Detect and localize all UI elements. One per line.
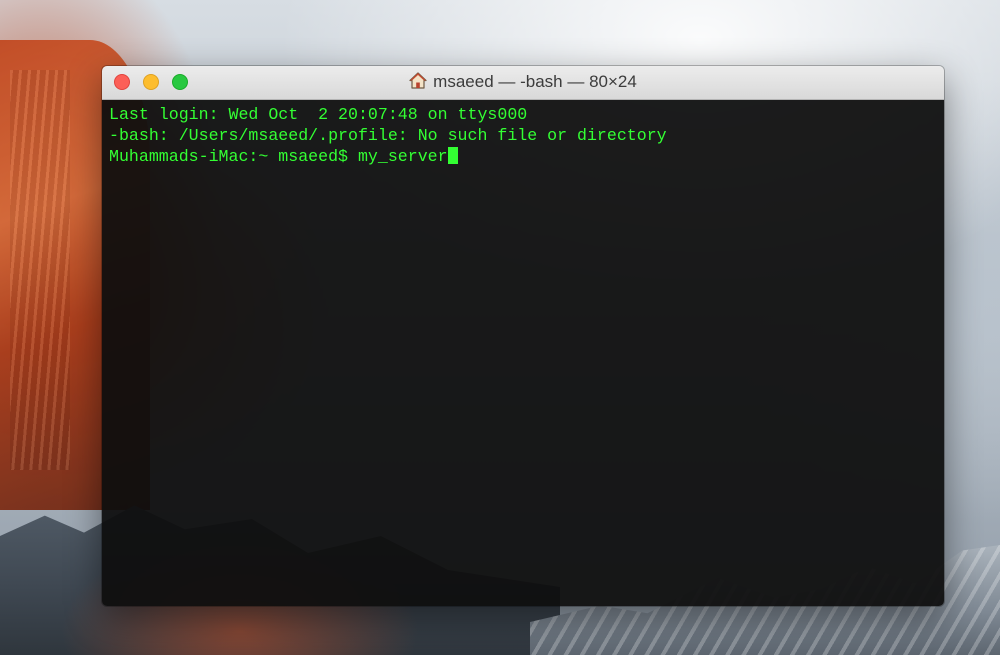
window-title: msaeed — -bash — 80×24 xyxy=(102,72,944,94)
prompt-line[interactable]: Muhammads-iMac:~ msaeed$ my_server xyxy=(109,146,944,167)
text-cursor xyxy=(447,147,458,164)
desktop-wallpaper: msaeed — -bash — 80×24 Last login: Wed O… xyxy=(0,0,1000,655)
terminal-line: -bash: /Users/msaeed/.profile: No such f… xyxy=(109,126,667,145)
home-icon xyxy=(409,72,427,94)
terminal-output[interactable]: Last login: Wed Oct 2 20:07:48 on ttys00… xyxy=(102,100,944,606)
window-title-text: msaeed — -bash — 80×24 xyxy=(433,72,637,91)
shell-prompt: Muhammads-iMac:~ msaeed$ xyxy=(109,147,358,166)
command-input[interactable]: my_server xyxy=(358,147,448,166)
window-titlebar[interactable]: msaeed — -bash — 80×24 xyxy=(102,66,944,100)
terminal-window[interactable]: msaeed — -bash — 80×24 Last login: Wed O… xyxy=(102,66,944,606)
terminal-line: Last login: Wed Oct 2 20:07:48 on ttys00… xyxy=(109,105,528,124)
